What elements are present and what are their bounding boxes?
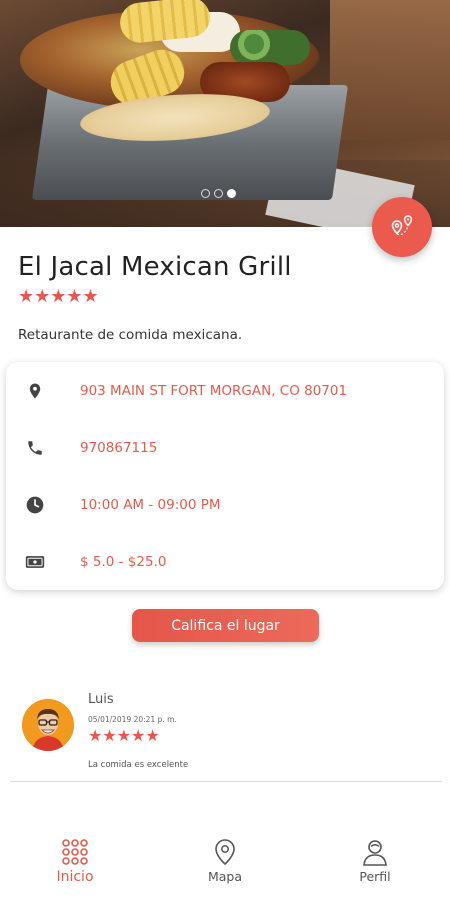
hours-text: 10:00 AM - 09:00 PM — [80, 497, 221, 513]
nav-label-perfil: Perfil — [359, 869, 391, 884]
nav-label-mapa: Mapa — [207, 869, 243, 884]
money-icon — [24, 551, 46, 573]
carousel-dot[interactable] — [214, 189, 223, 198]
price-row: $ 5.0 - $25.0 — [6, 547, 444, 577]
reviewer-avatar[interactable] — [22, 699, 74, 751]
address-row[interactable]: 903 MAIN ST FORT MORGAN, CO 80701 — [6, 376, 444, 406]
carousel-dot-active[interactable] — [227, 189, 236, 198]
nav-label-inicio: Inicio — [56, 869, 94, 885]
hours-row: 10:00 AM - 09:00 PM — [6, 490, 444, 520]
restaurant-name: El Jacal Mexican Grill — [18, 252, 292, 282]
rate-place-button[interactable]: Califica el lugar — [132, 609, 319, 642]
reviewer-name: Luis — [88, 692, 114, 707]
restaurant-description: Retaurante de comida mexicana. — [18, 327, 243, 343]
review-date: 05/01/2019 20:21 p. m. — [88, 715, 177, 724]
review-divider — [10, 781, 442, 782]
review-item: Luis 05/01/2019 20:21 p. m. ★★★★★ La com… — [0, 688, 450, 782]
map-route-icon — [391, 215, 413, 236]
info-card: 903 MAIN ST FORT MORGAN, CO 80701 970867… — [6, 362, 444, 590]
nav-item-mapa[interactable]: Mapa — [150, 838, 300, 900]
restaurant-rating: ★★★★★ — [18, 286, 99, 307]
review-comment: La comida es excelente — [88, 760, 189, 770]
carousel-dot[interactable] — [201, 189, 210, 198]
phone-text: 970867115 — [80, 440, 158, 456]
grid-icon — [62, 839, 88, 865]
map-route-button[interactable] — [372, 197, 432, 257]
price-text: $ 5.0 - $25.0 — [80, 554, 167, 570]
clock-icon — [24, 494, 46, 516]
address-text: 903 MAIN ST FORT MORGAN, CO 80701 — [80, 383, 348, 399]
bottom-navigation: Inicio Mapa Perfil — [0, 838, 450, 900]
nav-item-inicio[interactable]: Inicio — [0, 838, 150, 900]
phone-icon — [24, 437, 46, 459]
review-rating: ★★★★★ — [88, 726, 160, 745]
nav-item-perfil[interactable]: Perfil — [300, 838, 450, 900]
carousel-indicator[interactable] — [201, 189, 236, 198]
user-icon — [363, 840, 387, 866]
map-pin-icon — [215, 839, 235, 866]
location-pin-icon — [24, 380, 46, 402]
phone-row[interactable]: 970867115 — [6, 433, 444, 463]
